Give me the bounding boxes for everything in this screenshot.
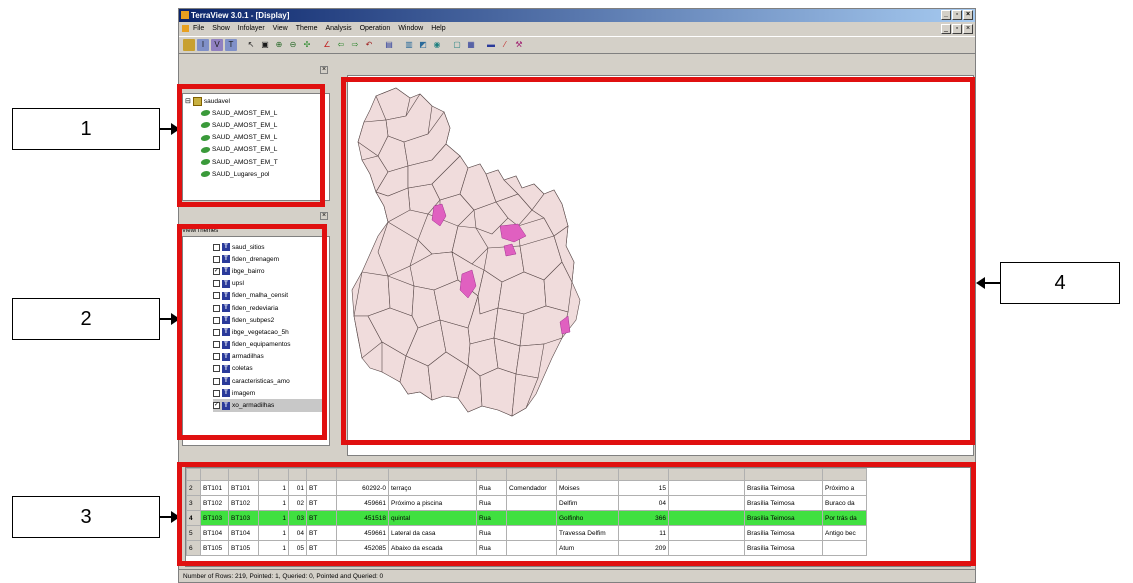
import-icon[interactable]: I: [197, 39, 209, 51]
callout-arrow-2: [160, 313, 180, 325]
status-bar: Number of Rows: 219, Pointed: 1, Queried…: [179, 569, 975, 582]
callout-arrow-3: [160, 511, 180, 523]
highlight-map: [341, 77, 975, 445]
databases-close-button[interactable]: ×: [320, 66, 328, 74]
zoom-area-icon[interactable]: ▣: [259, 39, 271, 51]
zoom-in-icon[interactable]: ⊕: [273, 39, 285, 51]
menu-theme[interactable]: Theme: [296, 23, 318, 35]
menu-analysis[interactable]: Analysis: [326, 23, 352, 35]
edit-icon[interactable]: ⁄: [499, 39, 511, 51]
app-icon: [181, 11, 189, 19]
menu-help[interactable]: Help: [431, 23, 445, 35]
tools-icon[interactable]: ⚒: [513, 39, 525, 51]
draw-icon[interactable]: ∠: [321, 39, 333, 51]
display-icon[interactable]: ▬: [485, 39, 497, 51]
menu-infolayer[interactable]: Infolayer: [238, 23, 265, 35]
callout-arrow-4: [976, 277, 1000, 289]
window-title: TerraView 3.0.1 - [Display]: [191, 11, 290, 20]
undo-icon[interactable]: ↶: [363, 39, 375, 51]
highlight-databases: [177, 84, 325, 207]
pointer-icon[interactable]: ↖: [245, 39, 257, 51]
next-icon[interactable]: ⇨: [349, 39, 361, 51]
graph-icon[interactable]: ▥: [403, 39, 415, 51]
menu-view[interactable]: View: [273, 23, 288, 35]
title-bar: TerraView 3.0.1 - [Display] _ ▫ ×: [179, 9, 975, 22]
close-button[interactable]: ×: [963, 10, 973, 20]
callout-label-2: 2: [12, 298, 160, 340]
highlight-grid: [177, 462, 976, 566]
callout-arrow-1: [160, 123, 180, 135]
highlight-themes: [177, 224, 327, 440]
menu-window[interactable]: Window: [398, 23, 423, 35]
callout-label-1: 1: [12, 108, 160, 150]
database-icon[interactable]: [183, 39, 195, 51]
pan-icon[interactable]: ✣: [301, 39, 313, 51]
callout-label-4: 4: [1000, 262, 1120, 304]
layout-icon[interactable]: ▢: [451, 39, 463, 51]
menu-show[interactable]: Show: [212, 23, 230, 35]
menu-operation[interactable]: Operation: [360, 23, 391, 35]
legend-icon[interactable]: ▦: [465, 39, 477, 51]
theme-icon[interactable]: T: [225, 39, 237, 51]
view-icon[interactable]: V: [211, 39, 223, 51]
animation-icon[interactable]: ◉: [431, 39, 443, 51]
minimize-button[interactable]: _: [941, 10, 951, 20]
query-icon[interactable]: ◩: [417, 39, 429, 51]
menu-bar: File Show Infolayer View Theme Analysis …: [179, 23, 975, 35]
zoom-out-icon[interactable]: ⊖: [287, 39, 299, 51]
table-icon[interactable]: ▤: [383, 39, 395, 51]
callout-label-3: 3: [12, 496, 160, 538]
menu-file[interactable]: File: [193, 23, 204, 35]
themes-close-button[interactable]: ×: [320, 212, 328, 220]
toolbar: I V T ↖ ▣ ⊕ ⊖ ✣ ∠ ⇦ ⇨ ↶ ▤ ▥ ◩ ◉ ▢ ▦ ▬ ⁄ …: [179, 36, 975, 54]
maximize-button[interactable]: ▫: [952, 10, 962, 20]
previous-icon[interactable]: ⇦: [335, 39, 347, 51]
doc-close-button[interactable]: ×: [963, 24, 973, 34]
doc-minimize-button[interactable]: _: [941, 24, 951, 34]
document-icon: [182, 25, 189, 32]
doc-maximize-button[interactable]: ▫: [952, 24, 962, 34]
